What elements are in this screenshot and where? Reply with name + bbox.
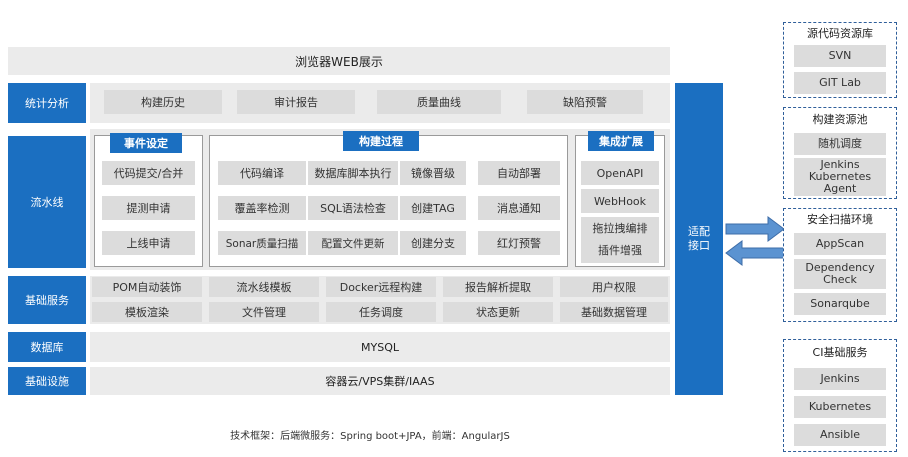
panel-ci-services-item: Kubernetes [794, 396, 886, 418]
build-step: SQL语法检查 [308, 196, 398, 220]
base-service-item: 模板渲染 [92, 302, 202, 322]
panel-source-repo-item: SVN [794, 45, 886, 67]
event-title: 事件设定 [110, 133, 182, 153]
build-step: Sonar质量扫描 [218, 231, 306, 255]
base-service-item: 报告解析提取 [443, 277, 553, 297]
build-step: 数据库脚本执行 [308, 161, 398, 185]
adapter-interface: 适配 接口 [675, 83, 723, 395]
panel-security-scan-title: 安全扫描环境 [807, 213, 873, 226]
infra-band: 容器云/VPS集群/IAAS [90, 367, 670, 395]
panel-source-repo-title: 源代码资源库 [807, 27, 873, 40]
left-arrow-icon [725, 240, 785, 266]
panel-source-repo-item: GIT Lab [794, 72, 886, 94]
base-service-item: 基础数据管理 [560, 302, 668, 322]
base-service-item: 用户权限 [560, 277, 668, 297]
build-step: 覆盖率检测 [218, 196, 306, 220]
row-label-infra: 基础设施 [8, 367, 86, 395]
integration-item: 拖拉拽编排 插件增强 [581, 217, 659, 263]
row-label-pipeline: 流水线 [8, 136, 86, 268]
base-service-item: 文件管理 [209, 302, 319, 322]
build-step: 配置文件更新 [308, 231, 398, 255]
panel-security-scan-item: Dependency Check [794, 259, 886, 289]
integration-item-label: 插件增强 [598, 244, 642, 257]
panel-security-scan-item: AppScan [794, 233, 886, 255]
panel-build-pool-item: Jenkins Kubernetes Agent [794, 158, 886, 196]
integration-item-label: 拖拉拽编排 [592, 222, 648, 235]
panel-build-pool-title: 构建资源池 [812, 113, 868, 126]
build-title: 构建过程 [343, 131, 419, 151]
build-step: 自动部署 [478, 161, 560, 185]
row-label-base-services: 基础服务 [8, 276, 86, 324]
arrows [725, 216, 785, 266]
panel-build-pool-item: 随机调度 [794, 133, 886, 155]
right-arrow-icon [725, 216, 785, 242]
base-service-item: Docker远程构建 [326, 277, 436, 297]
integration-item: WebHook [581, 189, 659, 213]
database-band: MYSQL [90, 332, 670, 362]
integration-title: 集成扩展 [588, 131, 654, 151]
event-item: 提测申请 [102, 196, 195, 220]
row-label-database: 数据库 [8, 332, 86, 362]
top-bar: 浏览器WEB展示 [8, 47, 670, 75]
stats-item: 构建历史 [104, 90, 222, 114]
event-item: 代码提交/合并 [102, 161, 195, 185]
stats-item: 缺陷预警 [527, 90, 643, 114]
build-step: 代码编译 [218, 161, 306, 185]
build-step: 红灯预警 [478, 231, 560, 255]
build-step: 创建分支 [400, 231, 466, 255]
build-step: 创建TAG [400, 196, 466, 220]
integration-item: OpenAPI [581, 161, 659, 185]
event-item: 上线申请 [102, 231, 195, 255]
row-label-stats: 统计分析 [8, 83, 86, 123]
panel-ci-services-item: Ansible [794, 424, 886, 446]
panel-ci-services-title: CI基础服务 [812, 346, 868, 359]
base-service-item: 状态更新 [443, 302, 553, 322]
build-step: 消息通知 [478, 196, 560, 220]
stats-item: 质量曲线 [377, 90, 501, 114]
base-service-item: 流水线模板 [209, 277, 319, 297]
panel-ci-services-item: Jenkins [794, 368, 886, 390]
base-service-item: 任务调度 [326, 302, 436, 322]
build-step: 镜像晋级 [400, 161, 466, 185]
stats-item: 审计报告 [237, 90, 355, 114]
panel-security-scan-item: Sonarqube [794, 293, 886, 315]
footer-tech-stack: 技术框架：后端微服务：Spring boot+JPA，前端：AngularJS [230, 430, 510, 442]
base-service-item: POM自动装饰 [92, 277, 202, 297]
